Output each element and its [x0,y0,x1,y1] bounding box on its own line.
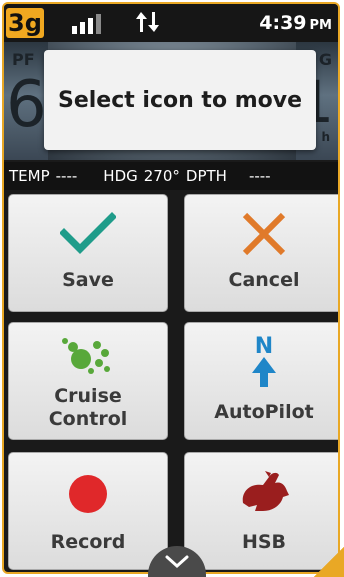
gauge-right-unit: h [321,130,330,144]
clock-time: 4:39 [259,12,307,34]
checkmark-icon [60,212,116,254]
cancel-tile[interactable]: Cancel [184,194,338,312]
network-badge: 3g [6,8,44,38]
gauge-left-label: PF [12,50,35,69]
dpth-label: DPTH [185,167,227,185]
autopilot-north-icon: N [252,334,276,387]
signal-bars-icon [72,12,112,34]
info-bar: TEMP ---- HDG 270° DPTH ---- [4,162,338,190]
chevron-down-icon [165,555,189,569]
svg-text:N: N [255,334,273,359]
x-icon [242,212,286,256]
save-tile[interactable]: Save [8,194,168,312]
device-screen: 3g 4:39PM PF 6 G 1 h [0,0,344,577]
cruise-control-icon [62,338,110,374]
record-tile[interactable]: Record [8,452,168,570]
cruise-control-tile[interactable]: Cruise Control [8,322,168,440]
dpth-value: ---- [248,167,271,185]
cancel-label: Cancel [228,269,300,291]
record-dot-icon [69,475,107,513]
temp-label: TEMP [9,167,50,185]
record-label: Record [50,531,126,553]
rabbit-icon [242,471,289,511]
clock: 4:39 PM [259,12,332,34]
toast-message-box: Select icon to move [44,50,316,150]
autopilot-label: AutoPilot [214,401,314,423]
screen-frame: 3g 4:39PM PF 6 G 1 h [2,2,340,574]
temp-value: ---- [55,167,78,185]
clock-ampm: PM [309,18,332,33]
cruise-label-line2: Control [48,408,128,430]
autopilot-tile[interactable]: N AutoPilot [184,322,338,440]
hdg-label: HDG [103,167,138,185]
gauge-right-label: G [318,50,332,69]
corner-accent [314,547,344,577]
save-label: Save [62,269,114,291]
data-transfer-arrows-icon [134,10,162,40]
hdg-value: 270° [143,167,180,185]
cruise-label-line1: Cruise [54,385,122,407]
scroll-down-button[interactable] [148,546,206,577]
gauge-left-value: 6 [6,68,47,142]
status-bar: 3g 4:39 PM [4,4,338,42]
toast-text: Select icon to move [57,87,303,113]
